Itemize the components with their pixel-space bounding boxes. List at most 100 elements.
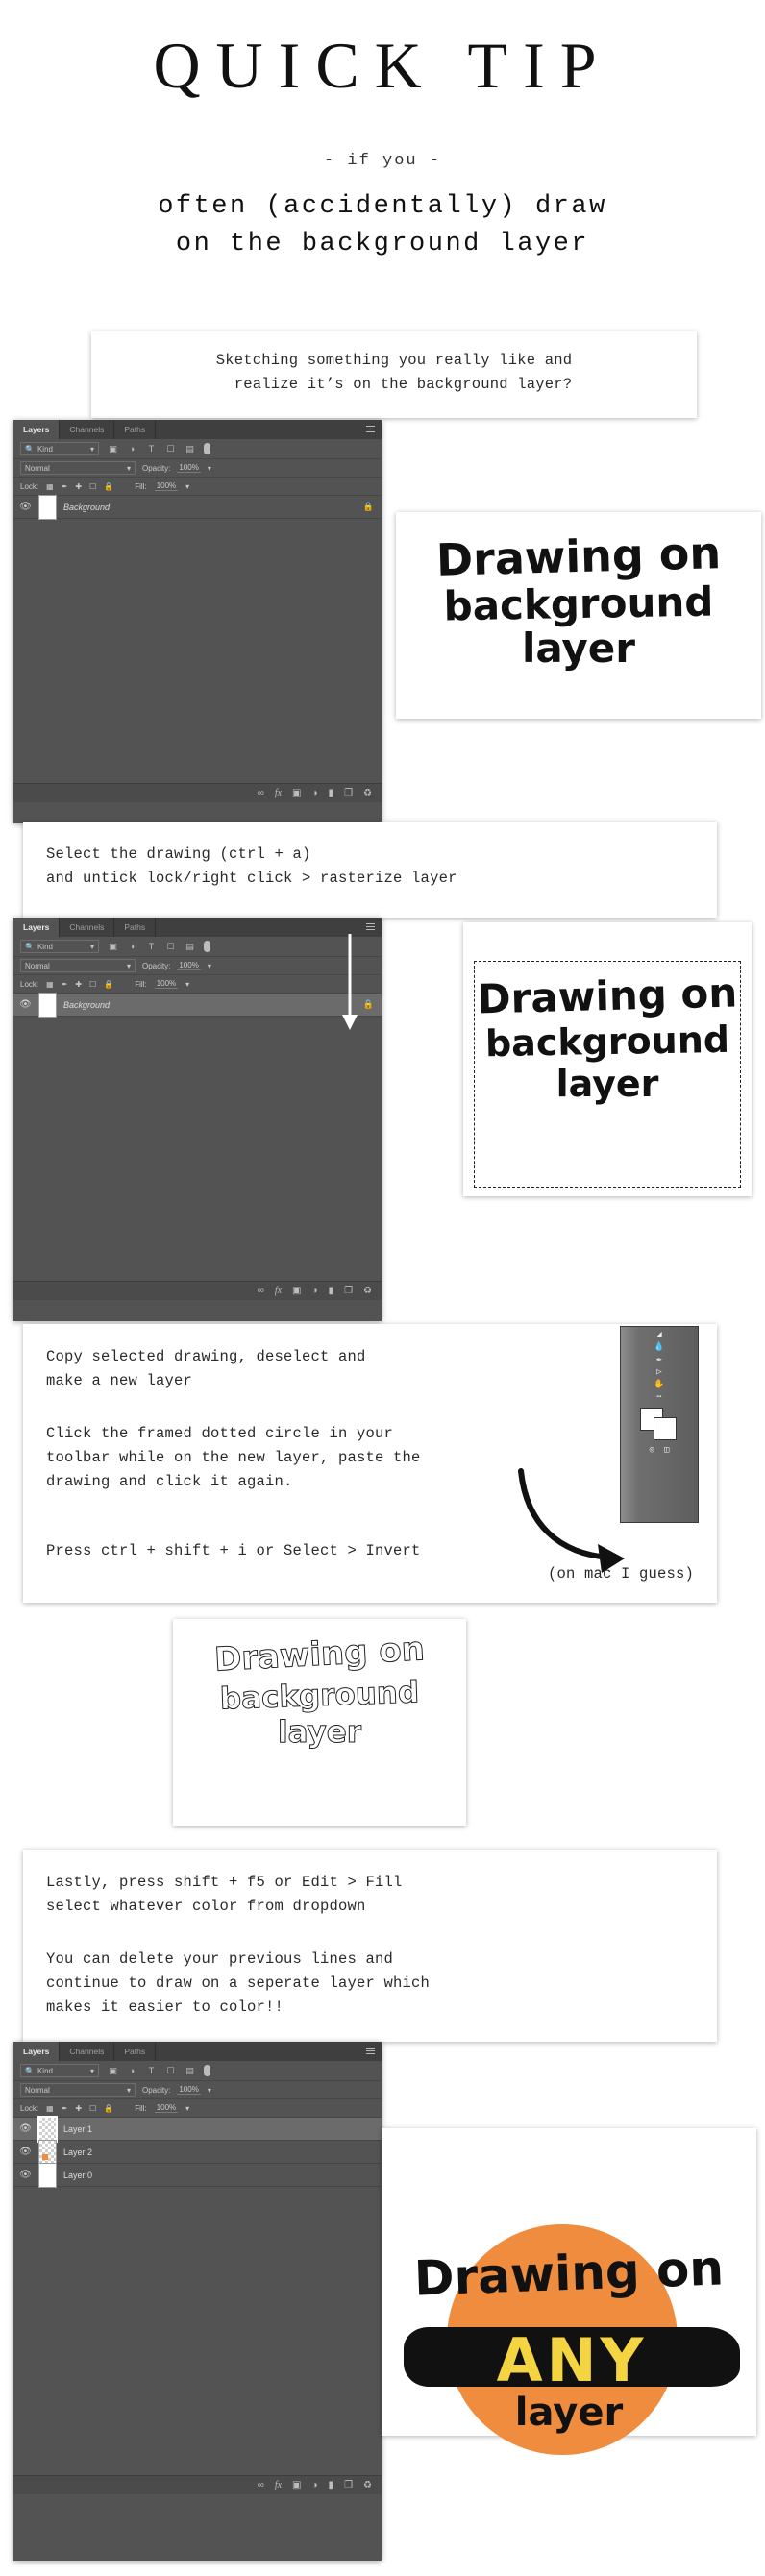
filter-kind-select[interactable]: 🔍 Kind ▾ (20, 2064, 99, 2077)
adjustment-layer-icon[interactable]: ◑ (312, 1286, 318, 1296)
filter-toggle-pill[interactable] (204, 443, 210, 454)
fx-icon[interactable]: fx (275, 1286, 282, 1296)
layer-thumbnail[interactable] (38, 494, 57, 520)
eye-icon[interactable]: 👁 (19, 2123, 32, 2134)
fx-icon[interactable]: fx (275, 2480, 282, 2490)
panel-menu-icon[interactable] (366, 923, 375, 932)
shape-filter-icon[interactable]: ☐ (165, 942, 176, 952)
smart-object-filter-icon[interactable]: ▤ (185, 2066, 195, 2076)
type-filter-icon[interactable]: T (146, 2066, 157, 2075)
tab-channels[interactable]: Channels (60, 918, 115, 937)
add-mask-icon[interactable]: ▣ (292, 1286, 301, 1296)
photoshop-toolbar[interactable]: ◢ 💧 ✒ ▷ ✋ ⋯ ◎ ◫ (620, 1326, 699, 1523)
lock-artboard-icon[interactable]: ☐ (89, 482, 96, 491)
layer-thumbnail[interactable] (38, 992, 57, 1018)
layer-thumbnail[interactable] (38, 2139, 57, 2165)
path-select-tool-icon[interactable]: ▷ (656, 1368, 661, 1377)
hand-tool-icon[interactable]: ✋ (654, 1381, 664, 1389)
panel-blend-row-1[interactable]: Normal ▾ Opacity: 100% ▾ (13, 459, 382, 478)
tab-channels[interactable]: Channels (60, 420, 115, 439)
chevron-down-icon[interactable]: ▾ (185, 482, 189, 491)
type-filter-icon[interactable]: T (146, 942, 157, 951)
layers-panel-1[interactable]: Layers Channels Paths 🔍 Kind ▾ ▣ ◑ T ☐ ▤… (13, 420, 382, 823)
table-row[interactable]: 👁 Layer 2 (13, 2139, 382, 2165)
tab-layers[interactable]: Layers (13, 420, 61, 439)
panel-tabbar-2[interactable]: Layers Channels Paths (13, 918, 382, 937)
panel-lock-row-2[interactable]: Lock: ▦ ✒ ✚ ☐ 🔒 Fill: 100% ▾ (13, 975, 382, 994)
chevron-down-icon[interactable]: ▾ (208, 962, 211, 970)
link-layers-icon[interactable]: ∞ (258, 1286, 264, 1296)
panel-footer-2[interactable]: ∞ fx ▣ ◑ ▮ ❐ ♻ (13, 1281, 382, 1300)
tab-layers[interactable]: Layers (13, 2042, 61, 2061)
shape-filter-icon[interactable]: ☐ (165, 444, 176, 454)
panel-footer-3[interactable]: ∞ fx ▣ ◑ ▮ ❐ ♻ (13, 2475, 382, 2494)
lock-image-icon[interactable]: ✒ (62, 980, 68, 989)
table-row[interactable]: 👁 Background 🔒 (13, 992, 382, 1018)
image-filter-icon[interactable]: ▣ (108, 2066, 118, 2076)
image-filter-icon[interactable]: ▣ (108, 942, 118, 952)
filter-toggle-pill[interactable] (204, 941, 210, 952)
table-row[interactable]: 👁 Background 🔒 (13, 494, 382, 520)
lock-image-icon[interactable]: ✒ (62, 2104, 68, 2113)
tab-layers[interactable]: Layers (13, 918, 61, 937)
type-filter-icon[interactable]: T (146, 444, 157, 454)
new-group-icon[interactable]: ▮ (329, 1286, 334, 1296)
blend-mode-select[interactable]: Normal ▾ (20, 2083, 136, 2097)
layers-panel-2[interactable]: Layers Channels Paths 🔍 Kind ▾ ▣ ◑ T ☐ ▤… (13, 918, 382, 1321)
blend-mode-select[interactable]: Normal ▾ (20, 461, 136, 475)
add-mask-icon[interactable]: ▣ (292, 2480, 301, 2490)
new-layer-icon[interactable]: ❐ (344, 2480, 353, 2490)
link-layers-icon[interactable]: ∞ (258, 2480, 264, 2490)
panel-filter-row-2[interactable]: 🔍 Kind ▾ ▣ ◑ T ☐ ▤ (13, 937, 382, 957)
new-group-icon[interactable]: ▮ (329, 2480, 334, 2490)
eye-icon[interactable]: 👁 (19, 999, 32, 1010)
adjustment-layer-icon[interactable]: ◑ (312, 2480, 318, 2490)
filter-kind-select[interactable]: 🔍 Kind ▾ (20, 940, 99, 953)
filter-kind-select[interactable]: 🔍 Kind ▾ (20, 442, 99, 455)
adjustment-filter-icon[interactable]: ◑ (127, 2066, 137, 2075)
layer-thumbnail[interactable] (37, 2115, 58, 2143)
table-row[interactable]: 👁 Layer 0 (13, 2162, 382, 2188)
eye-icon[interactable]: 👁 (19, 2170, 32, 2180)
chevron-down-icon[interactable]: ▾ (208, 2086, 211, 2095)
add-mask-icon[interactable]: ▣ (292, 788, 301, 798)
panel-footer-1[interactable]: ∞ fx ▣ ◑ ▮ ❐ ♻ (13, 783, 382, 802)
panel-lock-row-3[interactable]: Lock: ▦ ✒ ✚ ☐ 🔒 Fill: 100% ▾ (13, 2099, 382, 2118)
lock-artboard-icon[interactable]: ☐ (89, 980, 96, 989)
panel-filter-row-1[interactable]: 🔍 Kind ▾ ▣ ◑ T ☐ ▤ (13, 439, 382, 459)
panel-tabbar-1[interactable]: Layers Channels Paths (13, 420, 382, 439)
adjustment-filter-icon[interactable]: ◑ (127, 444, 137, 454)
table-row[interactable]: 👁 Layer 1 (13, 2115, 382, 2143)
eye-icon[interactable]: 👁 (19, 502, 32, 512)
new-layer-icon[interactable]: ❐ (344, 788, 353, 798)
panel-blend-row-3[interactable]: Normal ▾ Opacity: 100% ▾ (13, 2081, 382, 2099)
gradient-tool-icon[interactable]: 💧 (654, 1343, 664, 1352)
panel-menu-icon[interactable] (366, 426, 375, 434)
chevron-down-icon[interactable]: ▾ (185, 980, 189, 989)
color-swatches[interactable] (640, 1408, 679, 1440)
lock-icon[interactable]: 🔒 (363, 502, 374, 512)
panel-blend-row-2[interactable]: Normal ▾ Opacity: 100% ▾ (13, 957, 382, 975)
fill-value[interactable]: 100% (154, 2103, 179, 2113)
eye-icon[interactable]: 👁 (19, 2147, 32, 2157)
background-color-swatch[interactable] (654, 1417, 677, 1440)
panel-filter-row-3[interactable]: 🔍 Kind ▾ ▣ ◑ T ☐ ▤ (13, 2061, 382, 2081)
more-tools-icon[interactable]: ⋯ (656, 1393, 661, 1402)
lock-position-icon[interactable]: ✚ (75, 2104, 82, 2113)
eraser-tool-icon[interactable]: ◢ (656, 1331, 661, 1339)
adjustment-filter-icon[interactable]: ◑ (127, 942, 137, 951)
lock-all-icon[interactable]: 🔒 (104, 980, 113, 989)
opacity-value[interactable]: 100% (177, 961, 201, 970)
lock-icon[interactable]: 🔒 (363, 999, 374, 1010)
lock-position-icon[interactable]: ✚ (75, 482, 82, 491)
shape-filter-icon[interactable]: ☐ (165, 2066, 176, 2076)
link-layers-icon[interactable]: ∞ (258, 788, 264, 798)
lock-transparent-icon[interactable]: ▦ (46, 980, 54, 989)
pen-tool-icon[interactable]: ✒ (656, 1356, 661, 1364)
tab-paths[interactable]: Paths (114, 918, 157, 937)
layers-panel-3[interactable]: Layers Channels Paths 🔍 Kind ▾ ▣ ◑ T ☐ ▤… (13, 2042, 382, 2561)
lock-artboard-icon[interactable]: ☐ (89, 2104, 96, 2113)
tab-paths[interactable]: Paths (114, 420, 157, 439)
chevron-down-icon[interactable]: ▾ (208, 464, 211, 473)
tab-paths[interactable]: Paths (114, 2042, 157, 2061)
